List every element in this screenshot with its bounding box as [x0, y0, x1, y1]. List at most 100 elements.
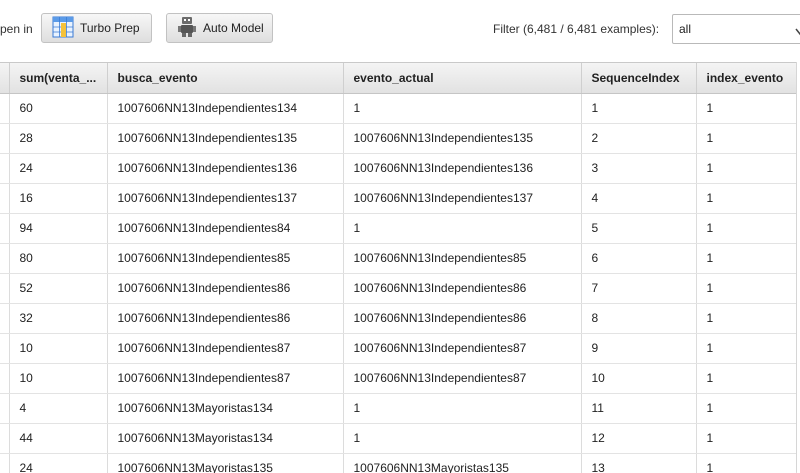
table-cell: 9 — [581, 333, 697, 364]
vertical-scrollbar[interactable] — [796, 62, 800, 472]
auto-model-button[interactable]: Auto Model — [166, 13, 273, 43]
table-cell: 1 — [696, 123, 797, 154]
row-stub — [0, 333, 10, 364]
table-row[interactable]: 4 1007606NN13Mayoristas134 1 11 1 — [0, 393, 797, 424]
row-stub — [0, 183, 10, 214]
table-cell: 1007606NN13Independientes87 — [107, 333, 344, 364]
table-cell: 5 — [581, 213, 697, 244]
column-header[interactable]: SequenceIndex — [581, 63, 697, 94]
table-cell: 1007606NN13Mayoristas134 — [107, 393, 344, 424]
table-cell: 1007606NN13Independientes137 — [343, 183, 582, 214]
header-stub — [0, 63, 10, 94]
table-cell: 1 — [696, 93, 797, 124]
table-cell: 1 — [343, 213, 582, 244]
table-row[interactable]: 60 1007606NN13Independientes134 1 1 1 — [0, 93, 797, 124]
table-cell: 1 — [696, 393, 797, 424]
table-cell: 1 — [343, 93, 582, 124]
turbo-prep-button[interactable]: Turbo Prep — [41, 13, 152, 43]
table-cell: 10 — [581, 363, 697, 394]
table-header-row: sum(venta_... busca_evento evento_actual… — [0, 63, 797, 94]
table-cell: 3 — [581, 153, 697, 184]
table-cell: 13 — [581, 453, 697, 473]
table-cell: 8 — [581, 303, 697, 334]
table-cell: 1 — [696, 213, 797, 244]
table-row[interactable]: 16 1007606NN13Independientes137 1007606NN1… — [0, 183, 797, 214]
table-cell: 24 — [9, 453, 108, 473]
table-cell: 12 — [581, 423, 697, 454]
table-cell: 11 — [581, 393, 697, 424]
table-cell: 4 — [9, 393, 108, 424]
table-row[interactable]: 10 1007606NN13Independientes87 1007606NN13… — [0, 333, 797, 364]
row-stub — [0, 153, 10, 184]
table-cell: 1007606NN13Independientes86 — [107, 303, 344, 334]
table-cell: 1 — [696, 303, 797, 334]
table-cell: 1 — [696, 153, 797, 184]
turbo-prep-label: Turbo Prep — [80, 21, 140, 35]
table-cell: 1007606NN13Independientes134 — [107, 93, 344, 124]
filter-select[interactable]: all — [672, 14, 800, 44]
data-table: sum(venta_... busca_evento evento_actual… — [0, 62, 797, 473]
table-cell: 60 — [9, 93, 108, 124]
toolbar: pen in Turbo Prep Auto Model Filter (6,4… — [0, 0, 800, 58]
table-cell: 1007606NN13Independientes135 — [343, 123, 582, 154]
table-cell: 1007606NN13Independientes137 — [107, 183, 344, 214]
table-cell: 44 — [9, 423, 108, 454]
table-cell: 1 — [581, 93, 697, 124]
table-cell: 1007606NN13Independientes87 — [343, 363, 582, 394]
table-cell: 2 — [581, 123, 697, 154]
table-cell: 32 — [9, 303, 108, 334]
filter-label: Filter (6,481 / 6,481 examples): — [493, 22, 660, 36]
column-header[interactable]: index_evento — [696, 63, 797, 94]
table-cell: 1 — [343, 423, 582, 454]
table-cell: 1007606NN13Independientes84 — [107, 213, 344, 244]
table-row[interactable]: 94 1007606NN13Independientes84 1 5 1 — [0, 213, 797, 244]
table-cell: 1007606NN13Mayoristas135 — [107, 453, 344, 473]
table-row[interactable]: 10 1007606NN13Independientes87 1007606NN13… — [0, 363, 797, 394]
table-row[interactable]: 28 1007606NN13Independientes135 1007606NN1… — [0, 123, 797, 154]
row-stub — [0, 243, 10, 274]
row-stub — [0, 273, 10, 304]
table-cell: 1007606NN13Independientes85 — [343, 243, 582, 274]
row-stub — [0, 453, 10, 473]
table-row[interactable]: 32 1007606NN13Independientes86 1007606NN13… — [0, 303, 797, 334]
chevron-down-icon — [795, 25, 800, 39]
row-stub — [0, 123, 10, 154]
row-stub — [0, 393, 10, 424]
table-cell: 1007606NN13Independientes86 — [343, 303, 582, 334]
table-row[interactable]: 44 1007606NN13Mayoristas134 1 12 1 — [0, 423, 797, 454]
table-row[interactable]: 52 1007606NN13Independientes86 1007606NN13… — [0, 273, 797, 304]
table-cell: 80 — [9, 243, 108, 274]
table-cell: 16 — [9, 183, 108, 214]
filter-selected-value: all — [679, 22, 692, 36]
table-cell: 1007606NN13Independientes86 — [343, 273, 582, 304]
table-cell: 1007606NN13Independientes86 — [107, 273, 344, 304]
column-header[interactable]: sum(venta_... — [9, 63, 108, 94]
table-cell: 10 — [9, 333, 108, 364]
table-cell: 52 — [9, 273, 108, 304]
robot-icon — [177, 16, 197, 41]
table-cell: 1007606NN13Independientes136 — [343, 153, 582, 184]
open-in-label: pen in — [0, 22, 33, 36]
table-row[interactable]: 24 1007606NN13Mayoristas135 1007606NN13May… — [0, 453, 797, 473]
table-cell: 7 — [581, 273, 697, 304]
table-cell: 1007606NN13Independientes87 — [107, 363, 344, 394]
table-row[interactable]: 80 1007606NN13Independientes85 1007606NN13… — [0, 243, 797, 274]
table-cell: 1007606NN13Independientes85 — [107, 243, 344, 274]
table-cell: 24 — [9, 153, 108, 184]
table-cell: 28 — [9, 123, 108, 154]
table-cell: 94 — [9, 213, 108, 244]
turbo-prep-icon — [52, 16, 74, 41]
table-cell: 1007606NN13Mayoristas134 — [107, 423, 344, 454]
table-cell: 1007606NN13Independientes136 — [107, 153, 344, 184]
table-row[interactable]: 24 1007606NN13Independientes136 1007606NN1… — [0, 153, 797, 184]
auto-model-label: Auto Model — [203, 21, 264, 35]
table-cell: 1 — [343, 393, 582, 424]
column-header[interactable]: busca_evento — [107, 63, 344, 94]
column-header[interactable]: evento_actual — [343, 63, 582, 94]
row-stub — [0, 303, 10, 334]
table-cell: 1007606NN13Mayoristas135 — [343, 453, 582, 473]
table-cell: 1 — [696, 243, 797, 274]
row-stub — [0, 363, 10, 394]
table-cell: 4 — [581, 183, 697, 214]
table-cell: 1 — [696, 423, 797, 454]
